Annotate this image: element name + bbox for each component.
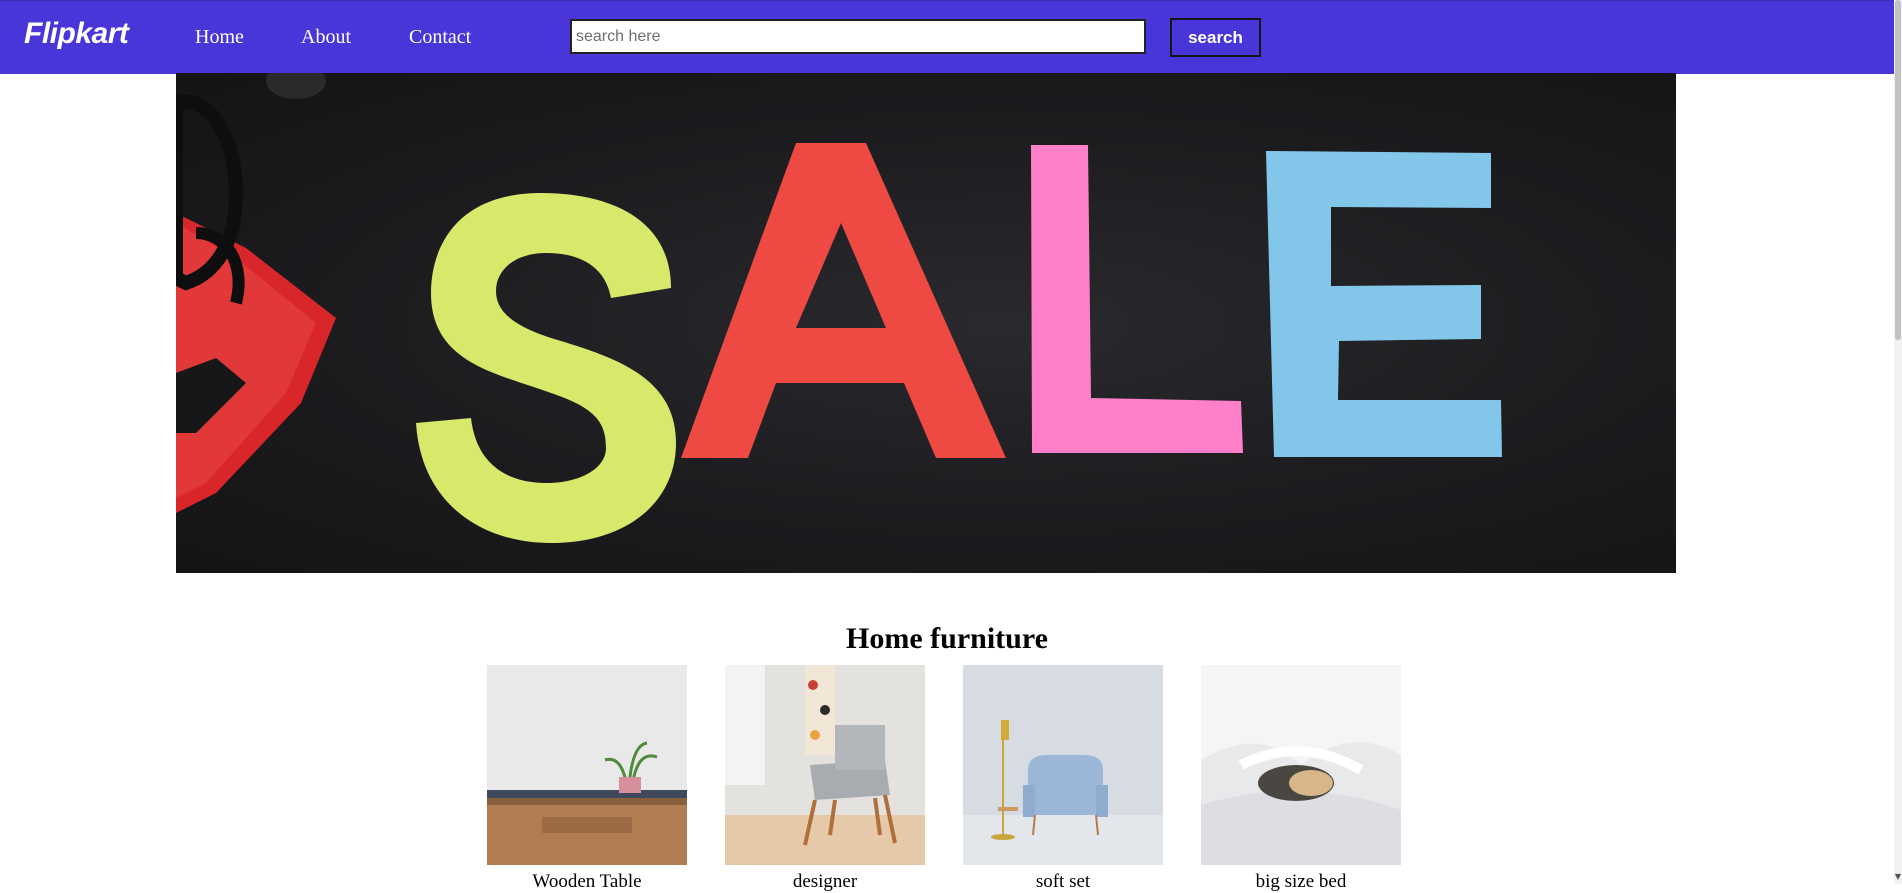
product-card[interactable]: designer — [725, 665, 925, 893]
product-card[interactable]: soft set — [963, 665, 1163, 893]
product-image-designer[interactable] — [725, 665, 925, 865]
nav-link-home[interactable]: Home — [195, 26, 244, 49]
banner-background — [176, 73, 1502, 543]
sale-letter-e — [1266, 151, 1502, 457]
nav-link-about[interactable]: About — [301, 26, 351, 49]
scroll-down-arrow-icon[interactable]: ▼ — [1894, 872, 1902, 882]
sale-letter-l — [1031, 145, 1243, 453]
product-image-soft-set[interactable] — [963, 665, 1163, 865]
product-card[interactable]: Wooden Table — [487, 665, 687, 893]
product-image-big-size-bed[interactable] — [1201, 665, 1401, 865]
section-title: Home furniture — [846, 622, 1048, 655]
sale-letter-s — [416, 193, 676, 543]
product-card[interactable]: big size bed — [1201, 665, 1401, 893]
sale-letter-a — [681, 143, 1006, 458]
product-list: Wooden Table designer soft set big size … — [487, 665, 1401, 893]
page-scrollbar[interactable]: ▼ — [1894, 0, 1902, 884]
search-button[interactable]: search — [1170, 18, 1261, 57]
sale-banner — [176, 73, 1676, 573]
product-name: big size bed — [1255, 871, 1347, 892]
product-name: designer — [792, 871, 858, 892]
product-image-wooden-table[interactable] — [487, 665, 687, 865]
search-input[interactable] — [570, 19, 1146, 54]
gift-box-icon — [176, 73, 336, 513]
scrollbar-thumb[interactable] — [1895, 0, 1901, 340]
top-navbar: Flipkart Home About Contact search — [0, 0, 1894, 74]
product-name: Wooden Table — [532, 871, 642, 892]
product-name: soft set — [1035, 871, 1091, 892]
brand-logo[interactable]: Flipkart — [24, 17, 129, 51]
nav-link-contact[interactable]: Contact — [409, 26, 471, 49]
